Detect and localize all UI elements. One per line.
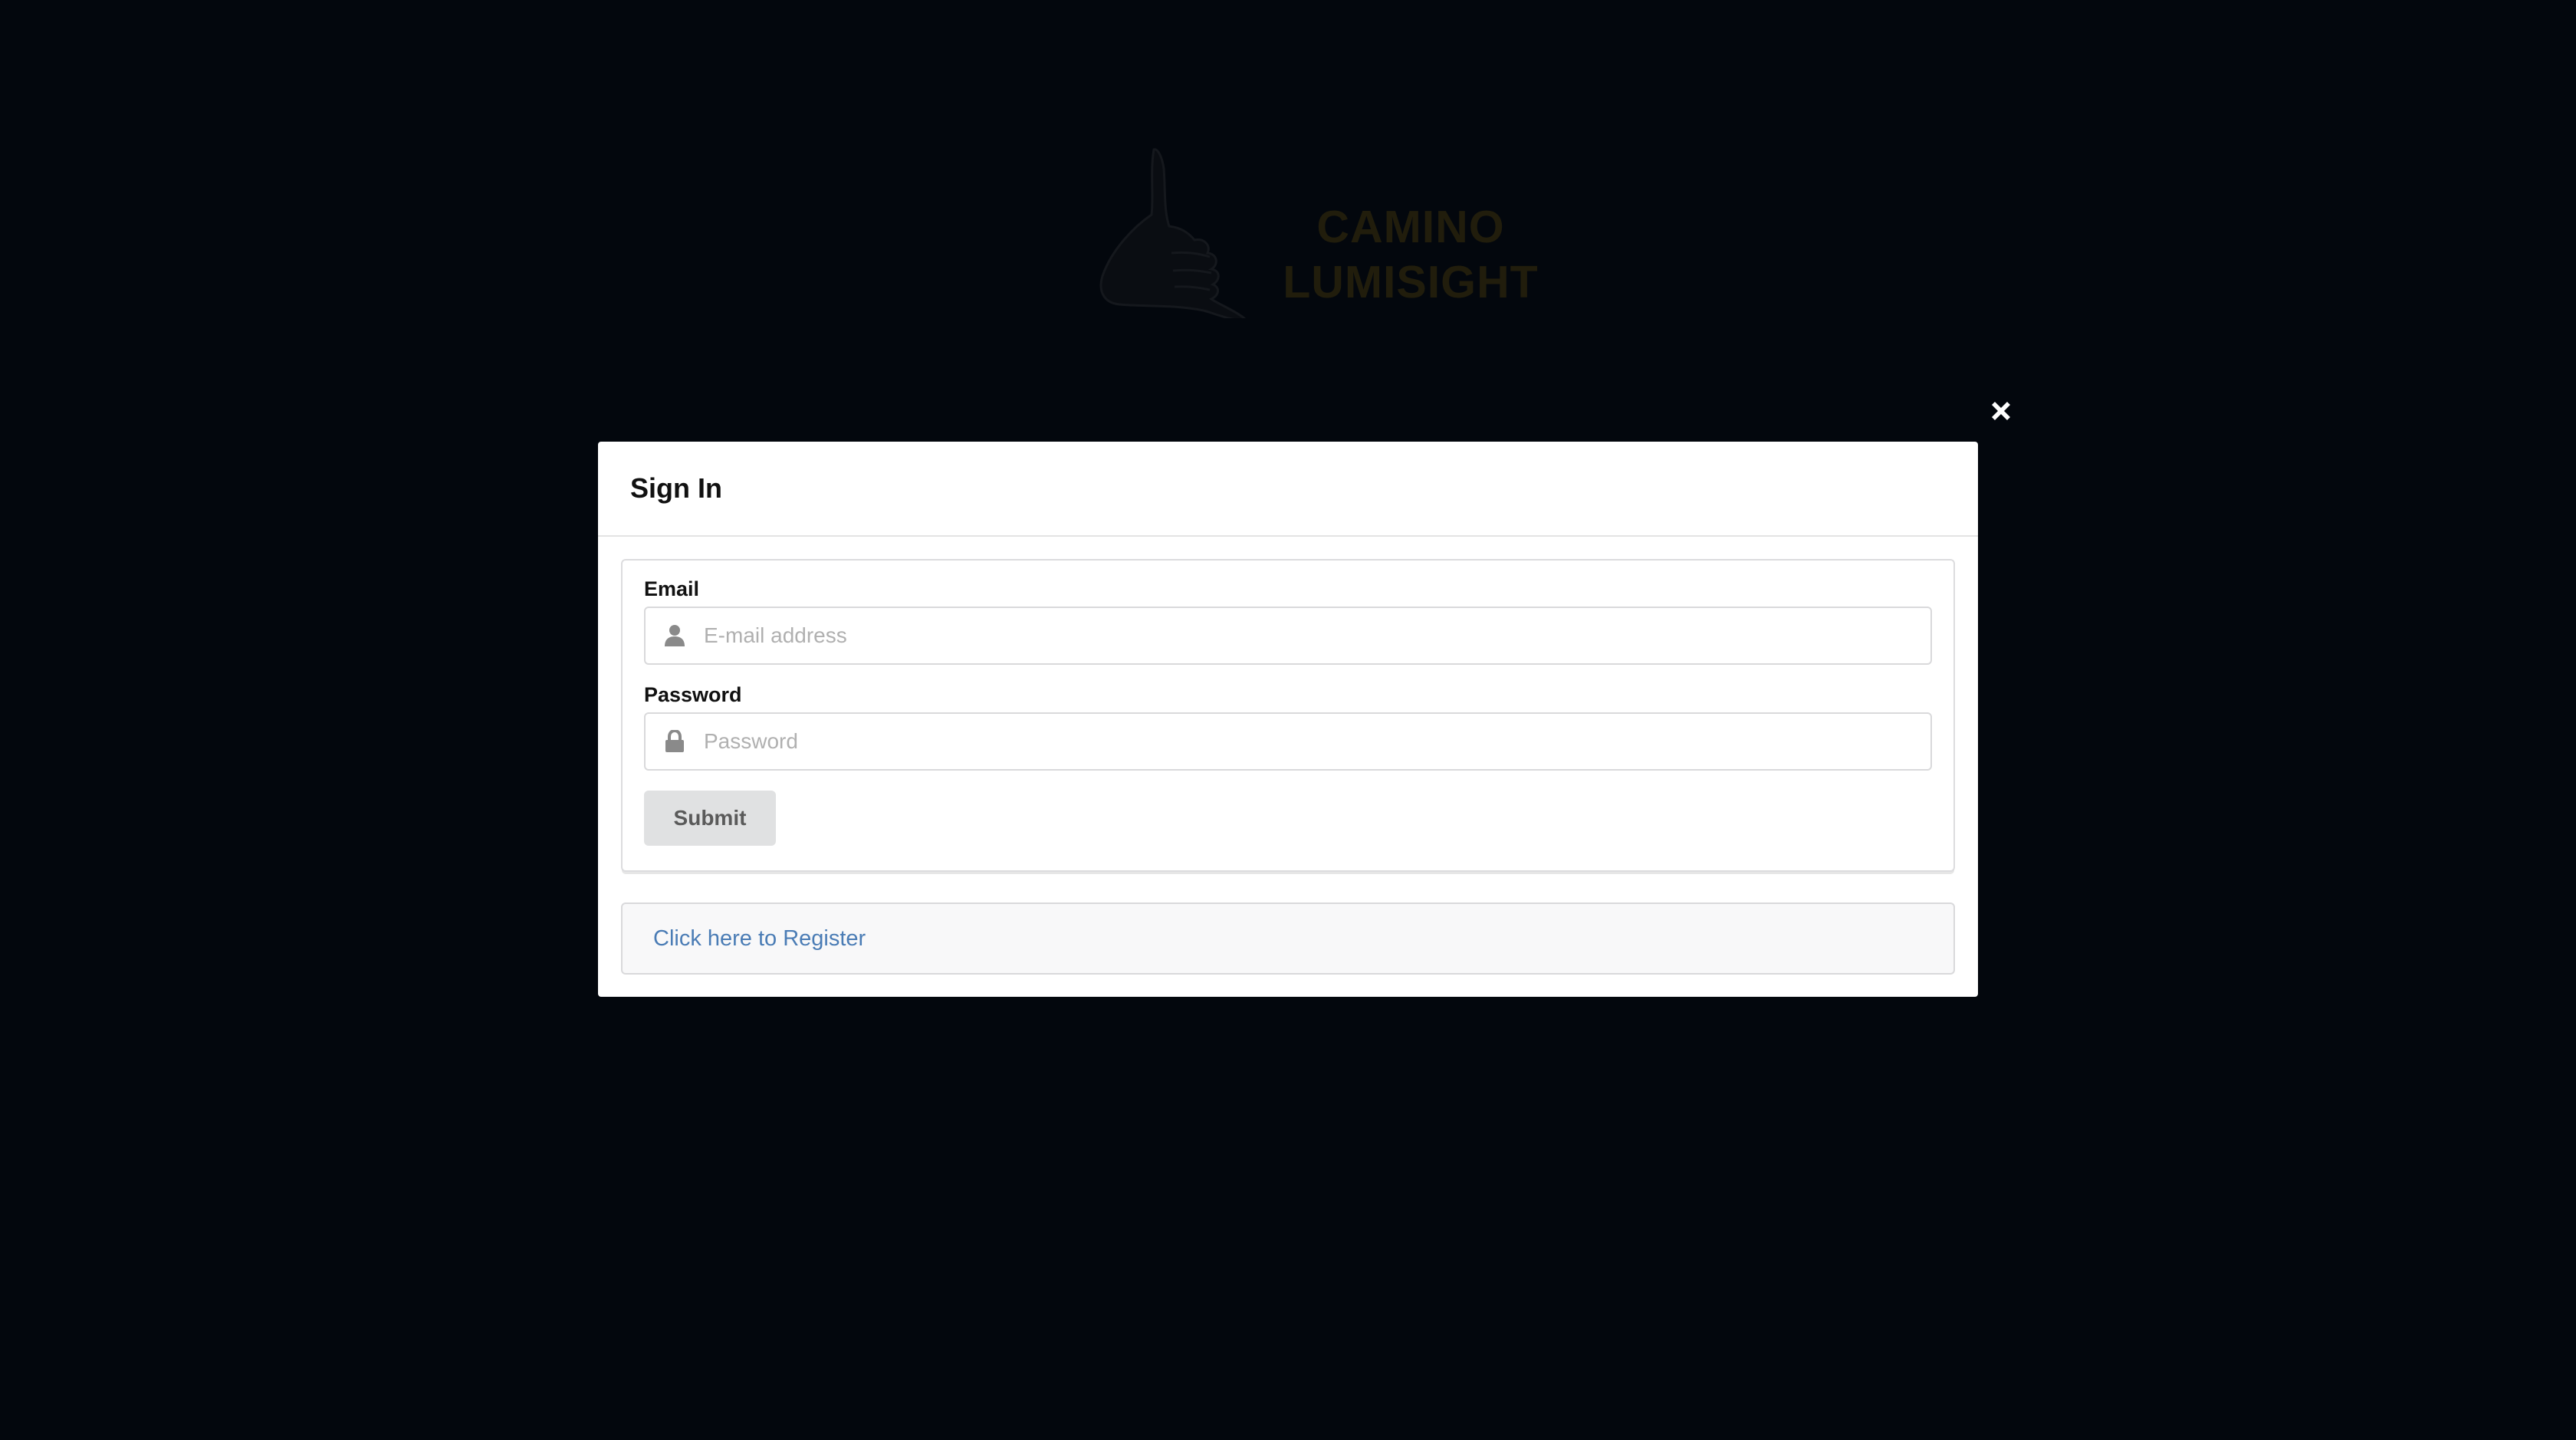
logo-line-1: CAMINO <box>1316 202 1505 252</box>
lock-icon <box>661 728 688 755</box>
submit-button[interactable]: Submit <box>644 791 776 846</box>
email-label: Email <box>644 577 700 600</box>
modal-title: Sign In <box>630 472 722 504</box>
user-icon <box>661 622 688 649</box>
email-field-wrapper <box>644 607 1932 665</box>
password-field-wrapper <box>644 712 1932 771</box>
logo-text: CAMINO LUMISIGHT <box>1280 199 1541 310</box>
sign-in-form: Email Password <box>621 559 1955 872</box>
shaka-hand-icon <box>1099 148 1246 318</box>
password-label: Password <box>644 683 742 706</box>
page: CAMINO LUMISIGHT Sign In Email E-mail ad… <box>0 0 2576 1440</box>
register-link[interactable]: Click here to Register <box>653 926 866 952</box>
logo-line-2: LUMISIGHT <box>1283 257 1539 307</box>
register-message: Click here to Register <box>621 902 1955 975</box>
modal-header: Sign In <box>598 442 1978 537</box>
close-icon <box>1992 402 2010 420</box>
password-input[interactable] <box>704 718 1900 764</box>
close-button[interactable] <box>1987 397 2015 425</box>
logo: CAMINO LUMISIGHT <box>1081 142 1541 318</box>
email-input[interactable] <box>704 613 1900 659</box>
sign-in-modal: Sign In Email Password <box>598 442 1978 997</box>
